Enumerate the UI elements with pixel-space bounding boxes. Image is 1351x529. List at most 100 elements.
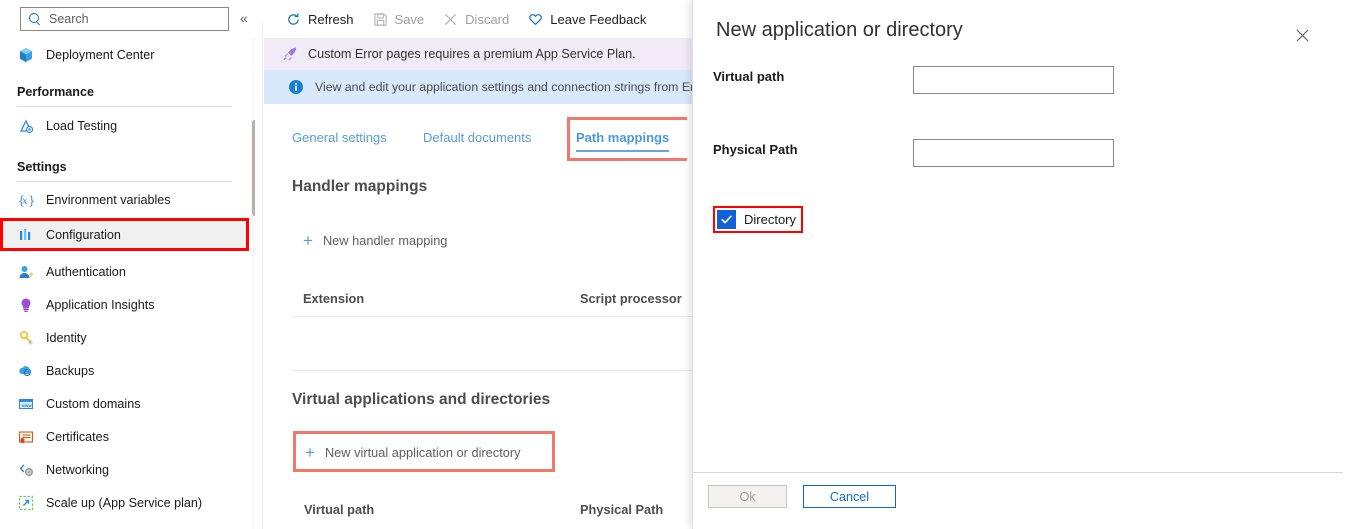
sidebar-item-label: Backups bbox=[46, 364, 94, 378]
sidebar-item-label: Application Insights bbox=[46, 298, 155, 312]
discard-label: Discard bbox=[465, 12, 509, 27]
sidebar-item-custom-domains[interactable]: www Custom domains bbox=[0, 387, 249, 420]
handler-table-rule bbox=[292, 316, 692, 317]
tab-general-settings[interactable]: General settings bbox=[292, 118, 387, 156]
sidebar-item-deployment-center[interactable]: Deployment Center bbox=[0, 38, 249, 71]
sidebar-search-row: Search « bbox=[0, 0, 255, 38]
tab-label: Default documents bbox=[423, 130, 531, 145]
ok-button[interactable]: Ok bbox=[708, 485, 787, 508]
left-sidebar: Search « Performance Settings Deployment… bbox=[0, 0, 255, 529]
virtual-path-label: Virtual path bbox=[713, 69, 784, 84]
directory-checkbox[interactable]: Directory bbox=[717, 210, 796, 229]
search-placeholder: Search bbox=[49, 13, 89, 26]
physical-path-input[interactable] bbox=[913, 139, 1114, 167]
refresh-label: Refresh bbox=[308, 12, 354, 27]
sidebar-item-environment-variables[interactable]: {x} Environment variables bbox=[0, 183, 249, 216]
new-handler-mapping-button[interactable]: + New handler mapping bbox=[303, 232, 447, 249]
plus-icon: + bbox=[303, 232, 313, 249]
cancel-button[interactable]: Cancel bbox=[803, 485, 896, 508]
close-icon[interactable] bbox=[1291, 24, 1313, 46]
tab-default-documents[interactable]: Default documents bbox=[423, 118, 531, 156]
physical-path-label: Physical Path bbox=[713, 142, 798, 157]
tab-label: General settings bbox=[292, 130, 387, 145]
authentication-icon bbox=[17, 263, 34, 280]
sidebar-item-load-testing[interactable]: Load Testing bbox=[0, 109, 249, 142]
sidebar-item-label: Load Testing bbox=[46, 119, 117, 133]
handler-table-rule-bottom bbox=[292, 370, 692, 371]
collapse-sidebar-button[interactable]: « bbox=[240, 11, 248, 25]
plus-icon: + bbox=[305, 444, 315, 461]
refresh-icon bbox=[286, 12, 301, 27]
premium-plan-banner: Custom Error pages requires a premium Ap… bbox=[264, 38, 692, 70]
feedback-label: Leave Feedback bbox=[550, 12, 646, 27]
search-icon bbox=[29, 13, 42, 26]
sidebar-group-performance: Performance bbox=[17, 85, 232, 99]
new-virtual-application-button[interactable]: + New virtual application or directory bbox=[305, 444, 521, 461]
virtual-path-input[interactable] bbox=[913, 66, 1114, 94]
tab-active-underline bbox=[576, 150, 669, 153]
rocket-icon bbox=[282, 46, 298, 62]
column-header-physical-path: Physical Path bbox=[580, 502, 663, 517]
svg-text:www: www bbox=[21, 403, 32, 408]
column-header-script-processor: Script processor bbox=[580, 291, 682, 306]
save-icon bbox=[373, 12, 388, 27]
tab-path-mappings[interactable]: Path mappings bbox=[576, 118, 669, 156]
sidebar-divider-performance bbox=[17, 106, 232, 107]
sidebar-divider-settings bbox=[17, 181, 232, 182]
sidebar-item-scale-up[interactable]: Scale up (App Service plan) bbox=[0, 486, 249, 519]
sidebar-item-identity[interactable]: Identity bbox=[0, 321, 249, 354]
info-icon bbox=[288, 79, 304, 95]
new-virtual-application-label: New virtual application or directory bbox=[325, 445, 521, 460]
sidebar-item-label: Configuration bbox=[46, 228, 121, 242]
virtual-applications-title: Virtual applications and directories bbox=[292, 391, 550, 409]
deployment-center-icon bbox=[17, 46, 34, 63]
sidebar-group-settings: Settings bbox=[17, 160, 232, 174]
configuration-icon bbox=[17, 226, 34, 243]
command-toolbar: Refresh Save Discard Leave Feedback bbox=[264, 0, 692, 38]
application-insights-icon bbox=[17, 296, 34, 313]
custom-domains-icon: www bbox=[17, 395, 34, 412]
main-content: Refresh Save Discard Leave Feedback bbox=[264, 0, 692, 529]
svg-text:}: } bbox=[28, 193, 34, 207]
sidebar-scrollbar-thumb[interactable] bbox=[252, 120, 255, 216]
tab-label: Path mappings bbox=[576, 130, 669, 145]
save-label: Save bbox=[395, 12, 425, 27]
info-banner-text: View and edit your application settings … bbox=[315, 80, 692, 94]
tab-bar: General settings Default documents Path … bbox=[264, 118, 692, 156]
sidebar-item-label: Certificates bbox=[46, 430, 109, 444]
new-application-panel: New application or directory Virtual pat… bbox=[692, 0, 1351, 529]
sidebar-item-authentication[interactable]: Authentication bbox=[0, 255, 249, 288]
sidebar-item-certificates[interactable]: Certificates bbox=[0, 420, 249, 453]
search-input[interactable]: Search bbox=[20, 7, 229, 31]
premium-plan-banner-text: Custom Error pages requires a premium Ap… bbox=[308, 47, 636, 61]
sidebar-item-networking[interactable]: Networking bbox=[0, 453, 249, 486]
sidebar-item-backups[interactable]: Backups bbox=[0, 354, 249, 387]
sidebar-item-application-insights[interactable]: Application Insights bbox=[0, 288, 249, 321]
identity-icon bbox=[17, 329, 34, 346]
sidebar-item-label: Custom domains bbox=[46, 397, 141, 411]
backups-icon bbox=[17, 362, 34, 379]
sidebar-item-label: Networking bbox=[46, 463, 109, 477]
heart-icon bbox=[528, 12, 543, 27]
panel-footer-divider bbox=[693, 472, 1343, 473]
new-handler-mapping-label: New handler mapping bbox=[323, 233, 448, 248]
sidebar-scrollbar-track[interactable] bbox=[251, 38, 255, 529]
panel-title: New application or directory bbox=[716, 19, 963, 42]
info-banner: View and edit your application settings … bbox=[264, 70, 692, 104]
discard-button[interactable]: Discard bbox=[443, 12, 509, 27]
sidebar-item-label: Authentication bbox=[46, 265, 126, 279]
sidebar-item-label: Deployment Center bbox=[46, 48, 155, 62]
directory-checkbox-label: Directory bbox=[744, 212, 796, 227]
save-button[interactable]: Save bbox=[373, 12, 425, 27]
sidebar-item-label: Identity bbox=[46, 331, 87, 345]
column-header-virtual-path: Virtual path bbox=[304, 502, 374, 517]
leave-feedback-button[interactable]: Leave Feedback bbox=[528, 12, 646, 27]
sidebar-item-configuration[interactable]: Configuration bbox=[0, 218, 249, 251]
environment-variables-icon: {x} bbox=[17, 191, 34, 208]
sidebar-item-label: Environment variables bbox=[46, 193, 171, 207]
certificates-icon bbox=[17, 428, 34, 445]
networking-icon bbox=[17, 461, 34, 478]
sidebar-separator bbox=[262, 22, 263, 529]
handler-mappings-title: Handler mappings bbox=[292, 178, 427, 196]
refresh-button[interactable]: Refresh bbox=[286, 12, 354, 27]
